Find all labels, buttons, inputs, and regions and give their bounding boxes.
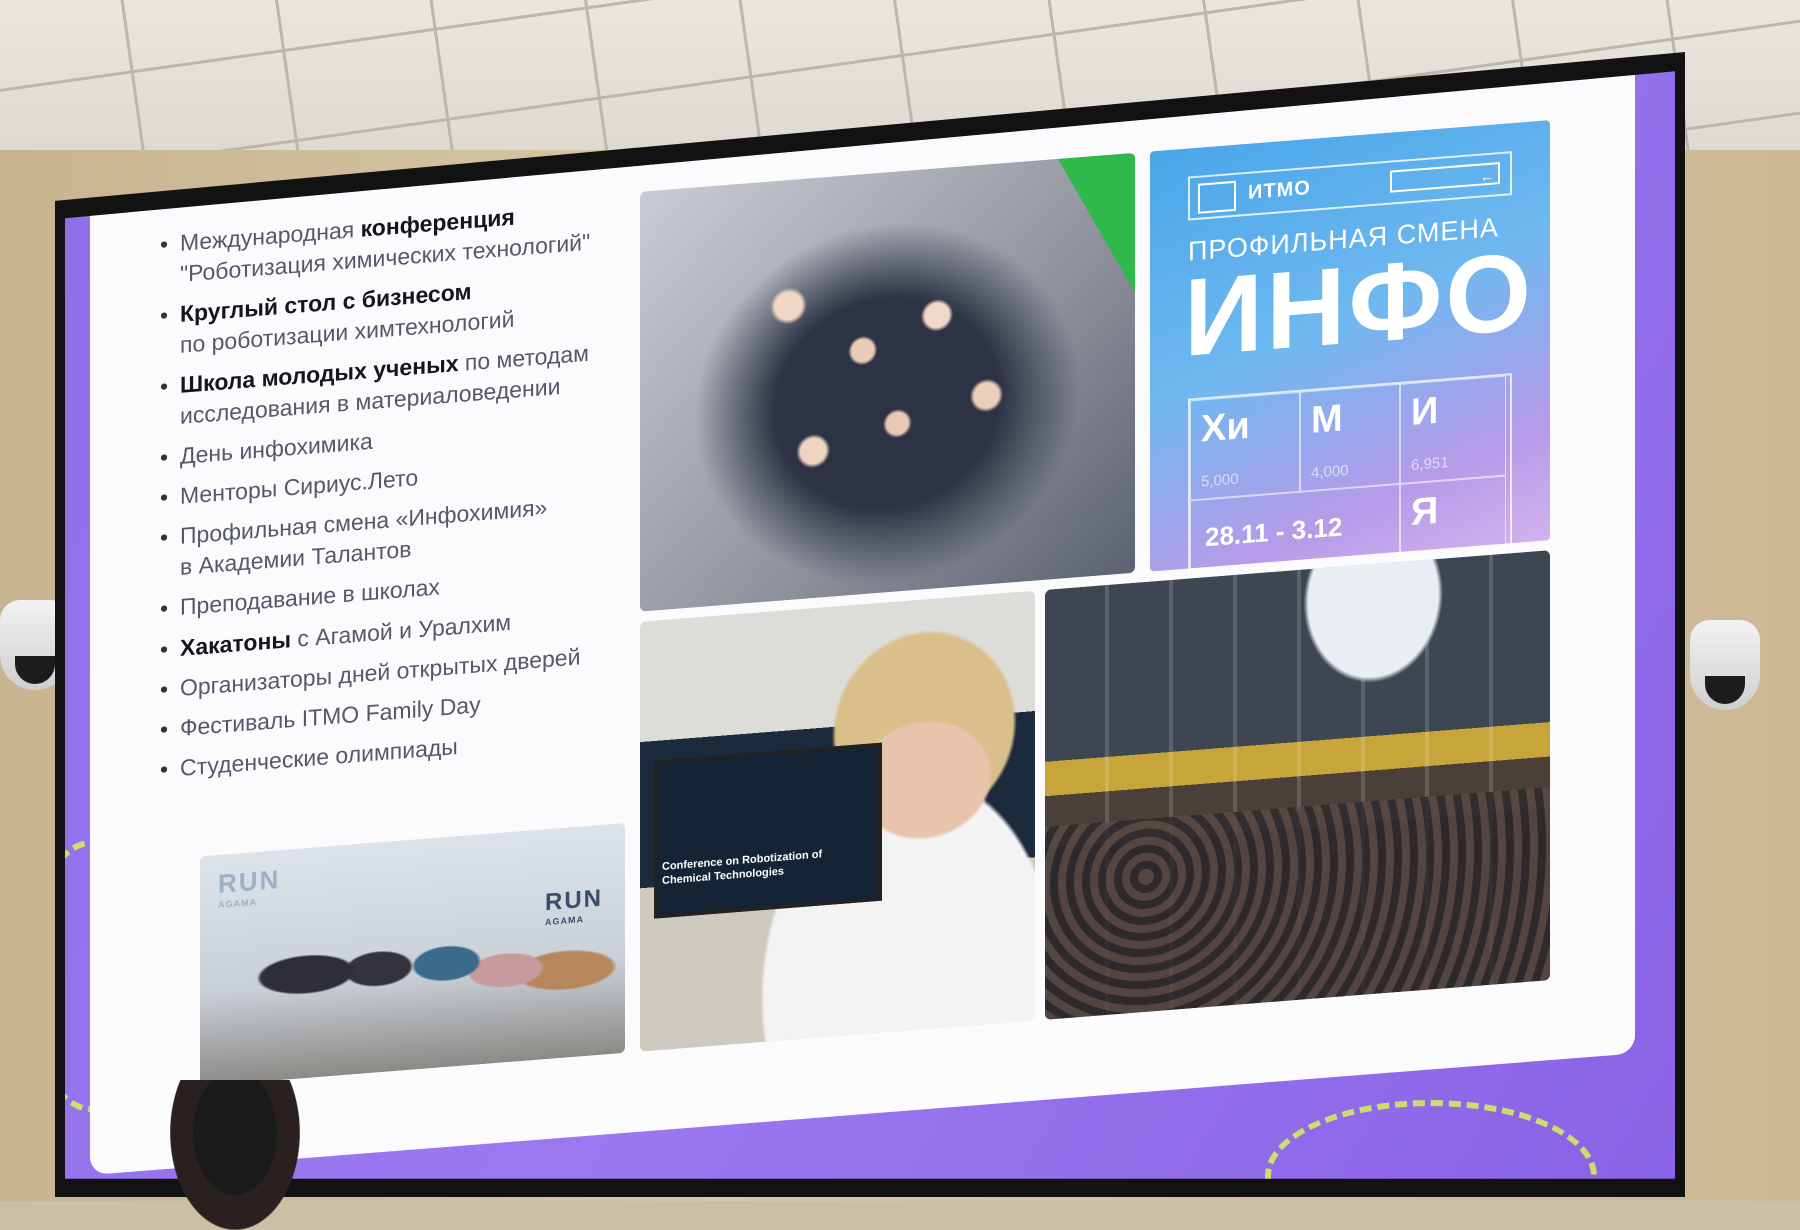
info-poster: ИТМО ← ПРОФИЛЬНАЯ СМЕНА ИНФО Хи 5,000 М … (1150, 120, 1550, 603)
itmo-logo: ИТМО (1248, 176, 1311, 204)
security-camera-right (1690, 620, 1760, 710)
green-corner (1025, 153, 1135, 302)
poster-title: ИНФО (1184, 229, 1534, 380)
presentation-slide: Международная конференция "Роботизация х… (90, 71, 1635, 1175)
element-cell: Хи 5,000 (1190, 391, 1300, 501)
activity-list: Международная конференция "Роботизация х… (160, 193, 630, 795)
display-screen: Международная конференция "Роботизация х… (65, 71, 1675, 1179)
run-logo: RUN AGAMA (218, 864, 281, 910)
conference-hall-photo (1045, 550, 1550, 1020)
element-cell: И 6,951 (1400, 375, 1506, 484)
element-cell: М 4,000 (1300, 383, 1400, 492)
monitor (654, 742, 882, 919)
run-logo-banner: RUN AGAMA (545, 884, 603, 928)
selfie-photo: Conference on Robotization of Chemical T… (640, 590, 1035, 1052)
poster-logo-row: ИТМО ← (1188, 151, 1512, 221)
audience-member (170, 1080, 300, 1230)
arrow-left-icon: ← (1390, 162, 1500, 193)
decor-squiggle (1265, 1100, 1597, 1179)
hackathon-photo: RUN AGAMA RUN AGAMA (200, 822, 625, 1087)
group-photo (640, 152, 1135, 612)
audience (1045, 786, 1550, 1020)
building-icon (1198, 180, 1236, 214)
